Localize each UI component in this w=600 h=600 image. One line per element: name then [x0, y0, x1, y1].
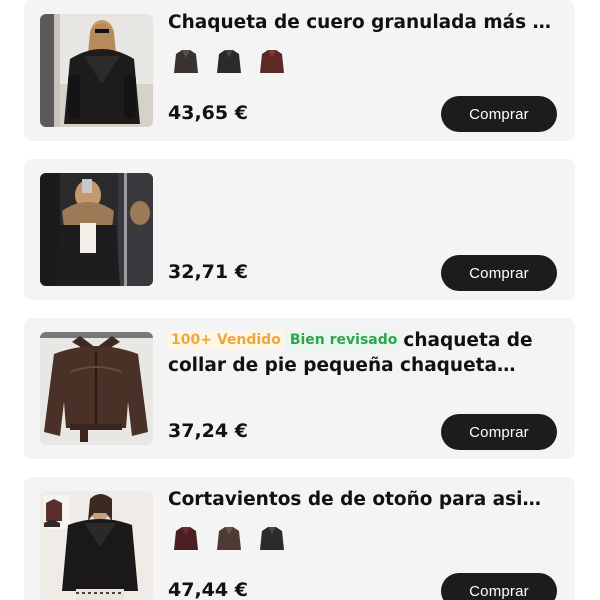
jacket-variant-icon	[260, 527, 284, 550]
product-photo-brown-leather-jacket	[40, 332, 153, 445]
product-card[interactable]: Cortavientos de de otoño para asim... 47…	[24, 477, 575, 600]
color-swatches	[168, 520, 290, 556]
product-photo-woman-leather-jacket	[40, 14, 153, 127]
product-image[interactable]	[40, 491, 153, 600]
product-image[interactable]	[40, 173, 153, 286]
buy-button[interactable]: Comprar	[441, 96, 557, 132]
jacket-variant-icon	[174, 527, 198, 550]
product-price: 47,44 €	[168, 579, 248, 600]
product-title[interactable]: Chaqueta de cuero granulada más e...	[168, 10, 555, 35]
product-price: 32,71 €	[168, 261, 248, 283]
color-swatch[interactable]	[168, 43, 204, 79]
color-swatch[interactable]	[168, 520, 204, 556]
product-card[interactable]: 100+ Vendido Bien revisado chaqueta de col…	[24, 318, 575, 459]
product-photo-fur-collar-jacket	[40, 173, 153, 286]
product-card[interactable]: Chaqueta de cuero granulada más e... 43,…	[24, 0, 575, 141]
jacket-variant-icon	[260, 50, 284, 73]
product-price: 37,24 €	[168, 420, 248, 442]
product-image[interactable]	[40, 332, 153, 445]
sold-count-badge: 100+ Vendido	[168, 331, 284, 349]
product-price: 43,65 €	[168, 102, 248, 124]
product-title[interactable]: Cortavientos de de otoño para asim...	[168, 487, 555, 512]
product-image[interactable]	[40, 14, 153, 127]
buy-button[interactable]: Comprar	[441, 255, 557, 291]
buy-button[interactable]: Comprar	[441, 414, 557, 450]
jacket-variant-icon	[217, 50, 241, 73]
color-swatch[interactable]	[254, 520, 290, 556]
color-swatch[interactable]	[211, 520, 247, 556]
product-title[interactable]: 100+ Vendido Bien revisado chaqueta de col…	[168, 328, 555, 378]
jacket-variant-icon	[174, 50, 198, 73]
product-photo-oversized-jacket	[40, 491, 153, 600]
color-swatch[interactable]	[254, 43, 290, 79]
buy-button[interactable]: Comprar	[441, 573, 557, 600]
jacket-variant-icon	[217, 527, 241, 550]
color-swatch[interactable]	[211, 43, 247, 79]
quality-checked-badge: Bien revisado	[286, 331, 401, 349]
product-list: Chaqueta de cuero granulada más e... 43,…	[0, 0, 600, 600]
product-card[interactable]: 32,71 € Comprar	[24, 159, 575, 300]
color-swatches	[168, 43, 290, 79]
